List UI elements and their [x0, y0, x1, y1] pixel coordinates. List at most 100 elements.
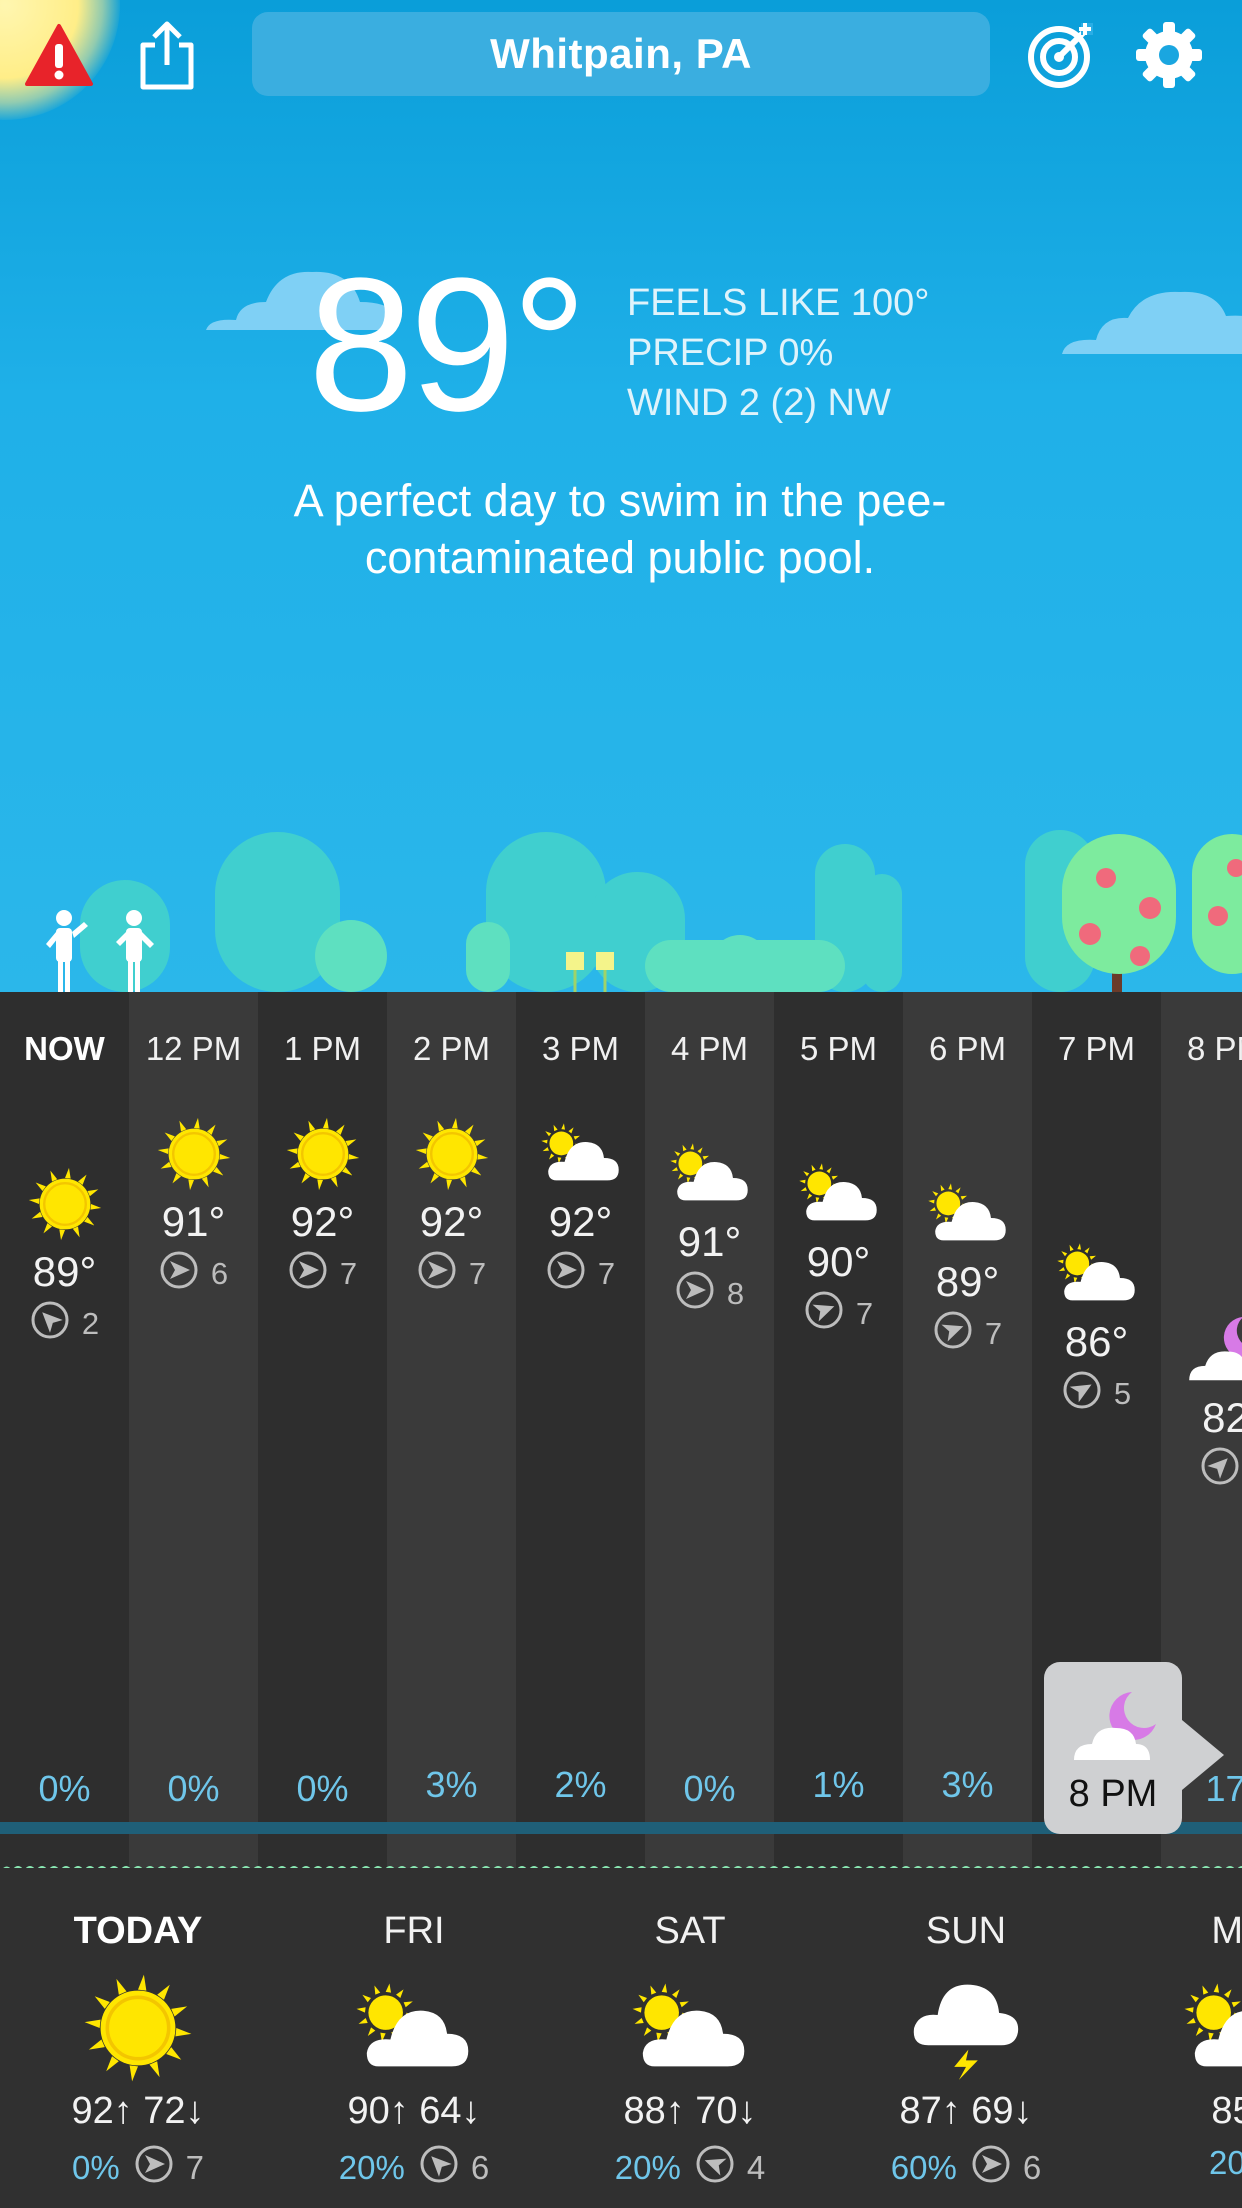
hour-label: 5 PM — [799, 1030, 878, 1067]
hour-column[interactable]: 2 PM 92° 7 3% — [387, 992, 516, 1868]
day-label: MO — [1211, 1910, 1242, 1952]
day-precip-chance: 60% — [890, 2149, 957, 2186]
wind-direction-icon — [971, 2144, 1011, 2192]
current-conditions: FEELS LIKE 100° PRECIP 0% WIND 2 (2) NW — [627, 278, 929, 428]
day-details: 60% 6 — [828, 2144, 1104, 2192]
wind-speed: 5 — [1113, 1376, 1132, 1411]
partly-cloudy-icon — [276, 1968, 552, 2088]
hour-temperature: 82 — [1202, 1394, 1242, 1441]
hour-precip-chance: 3% — [941, 1764, 994, 1805]
alert-icon[interactable] — [22, 18, 96, 92]
day-precip-chance: 20% — [614, 2149, 681, 2186]
wind-text: WIND 2 (2) NW — [627, 382, 891, 424]
location-selector[interactable]: Whitpain, PA — [252, 12, 990, 96]
wind-direction-icon — [288, 1250, 328, 1298]
wind-speed: 6 — [210, 1256, 229, 1291]
current-temperature: 89° — [308, 239, 587, 451]
day-label: TODAY — [73, 1910, 203, 1952]
hour-weather: 86° 5 — [1032, 1232, 1161, 1418]
sun-icon — [129, 1112, 258, 1196]
hour-precip-chance: 1% — [812, 1764, 865, 1805]
hour-label: 7 PM — [1057, 1030, 1136, 1067]
day-wind: 6 — [419, 2144, 489, 2192]
day-low: 70↓ — [695, 2090, 757, 2132]
wind-speed: 2 — [81, 1306, 100, 1341]
day-precip-chance: 20% — [1208, 2144, 1242, 2181]
day-column[interactable]: MO 85↑ 20% — [1104, 1868, 1242, 2208]
gear-icon[interactable] — [1132, 18, 1206, 92]
day-high: 92↑ — [71, 2090, 133, 2132]
sun-icon — [258, 1112, 387, 1196]
wind-speed: 7 — [339, 1256, 358, 1291]
hour-weather: 82 — [1161, 1308, 1242, 1494]
hour-weather: 90° 7 — [774, 1152, 903, 1338]
hour-precip-chance: 0% — [167, 1768, 220, 1809]
scrubber-time-label: 8 PM — [1068, 1773, 1158, 1815]
wind-direction-icon — [134, 2144, 174, 2192]
hour-temperature: 90° — [806, 1238, 871, 1285]
daily-forecast[interactable]: TODAY 92↑ 72↓ 0% 7 FRI 90↑ 64↓ 20% 6 SAT 88↑ 70↓ 2… — [0, 1868, 1242, 2208]
wind-speed: 6 — [1022, 2149, 1042, 2186]
share-icon[interactable] — [130, 18, 204, 92]
hour-column[interactable]: 3 PM 92° 7 2% — [516, 992, 645, 1868]
hour-column[interactable]: 6 PM 89° 7 3% — [903, 992, 1032, 1868]
hour-column[interactable]: 4 PM 91° 8 0% — [645, 992, 774, 1868]
hour-column[interactable]: NOW 89° 2 0% — [0, 992, 129, 1868]
hour-column[interactable]: 5 PM 90° 7 1% — [774, 992, 903, 1868]
hour-temperature: 89° — [935, 1258, 1000, 1305]
day-column[interactable]: FRI 90↑ 64↓ 20% 6 — [276, 1868, 552, 2208]
hour-label: 3 PM — [541, 1030, 620, 1067]
hour-wind: 7 — [774, 1290, 903, 1338]
day-label: FRI — [383, 1910, 445, 1952]
day-high: 90↑ — [347, 2090, 409, 2132]
hour-wind: 2 — [0, 1300, 129, 1348]
hour-wind: 7 — [258, 1250, 387, 1298]
partly-cloudy-icon — [774, 1152, 903, 1236]
hour-temperature: 91° — [161, 1198, 226, 1245]
day-column[interactable]: TODAY 92↑ 72↓ 0% 7 — [0, 1868, 276, 2208]
hour-wind: 6 — [129, 1250, 258, 1298]
precip-text: PRECIP 0% — [627, 332, 834, 374]
day-wind: 6 — [971, 2144, 1041, 2192]
hour-precip-chance: 0% — [683, 1768, 736, 1809]
day-column[interactable]: SAT 88↑ 70↓ 20% 4 — [552, 1868, 828, 2208]
partly-cloudy-icon — [516, 1112, 645, 1196]
day-high-low: 87↑ 69↓ — [828, 2090, 1104, 2133]
day-details: 20% 4 — [552, 2144, 828, 2192]
wind-direction-icon — [30, 1300, 70, 1348]
hour-weather: 91° 8 — [645, 1132, 774, 1318]
hour-temperature: 86° — [1064, 1318, 1129, 1365]
hour-column[interactable]: 1 PM 92° 7 0% — [258, 992, 387, 1868]
weather-quip: A perfect day to swim in the pee-contami… — [293, 475, 947, 583]
hour-temperature: 89° — [32, 1248, 97, 1295]
hour-column[interactable]: 12 PM 91° 6 0% — [129, 992, 258, 1868]
day-low: 69↓ — [971, 2090, 1033, 2132]
sun-icon — [0, 1162, 129, 1246]
location-label: Whitpain, PA — [490, 30, 752, 77]
hour-label: 8 PM — [1186, 1030, 1242, 1067]
day-wind: 7 — [134, 2144, 204, 2192]
radar-icon[interactable] — [1024, 18, 1098, 92]
hour-weather: 91° 6 — [129, 1112, 258, 1298]
hour-label: 1 PM — [283, 1030, 362, 1067]
partly-cloudy-icon — [1032, 1232, 1161, 1316]
wind-speed: 7 — [984, 1316, 1003, 1351]
partly-cloudy-icon — [645, 1132, 774, 1216]
hour-temperature: 91° — [677, 1218, 742, 1265]
hour-wind: 7 — [387, 1250, 516, 1298]
hour-weather: 92° 7 — [258, 1112, 387, 1298]
day-low: 64↓ — [419, 2090, 481, 2132]
hour-precip-chance: 3% — [425, 1764, 478, 1805]
wind-direction-icon — [546, 1250, 586, 1298]
wind-speed: 7 — [468, 1256, 487, 1291]
wind-direction-icon — [417, 1250, 457, 1298]
hour-precip-chance: 0% — [296, 1768, 349, 1809]
hour-wind — [1161, 1446, 1242, 1494]
wind-direction-icon — [159, 1250, 199, 1298]
time-scrubber[interactable]: 8 PM — [1044, 1662, 1182, 1834]
day-high-low: 90↑ 64↓ — [276, 2090, 552, 2133]
landscape-scene — [46, 830, 1242, 992]
day-column[interactable]: SUN 87↑ 69↓ 60% 6 — [828, 1868, 1104, 2208]
day-high: 88↑ — [623, 2090, 685, 2132]
hour-weather: 89° 7 — [903, 1172, 1032, 1358]
